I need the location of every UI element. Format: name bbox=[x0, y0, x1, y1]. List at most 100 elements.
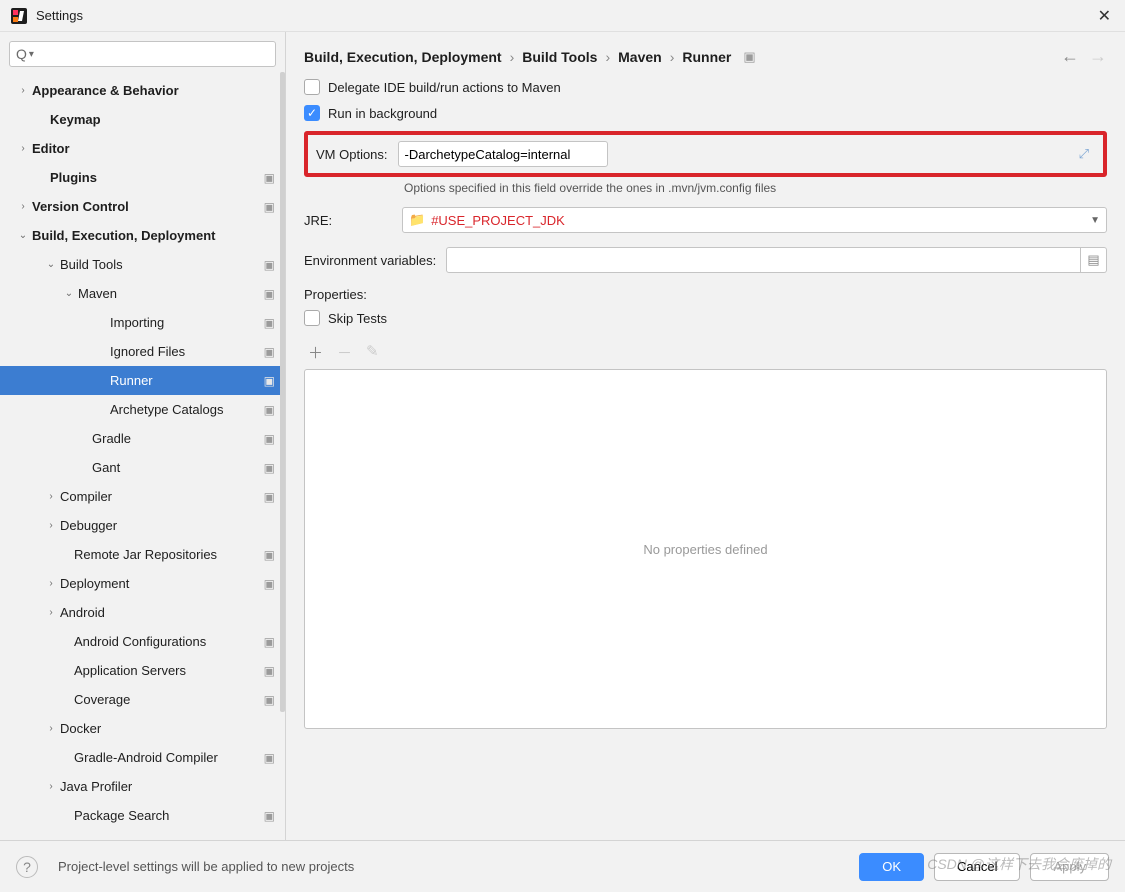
sidebar-item[interactable]: ›Android Configurations▣ bbox=[0, 627, 285, 656]
sidebar-item[interactable]: ⌄Build Tools▣ bbox=[0, 250, 285, 279]
help-icon[interactable]: ? bbox=[16, 856, 38, 878]
project-badge-icon: ▣ bbox=[264, 171, 275, 185]
sidebar-item-label: Maven bbox=[78, 286, 264, 301]
sidebar-item[interactable]: ›Plugins▣ bbox=[0, 163, 285, 192]
edit-icon: ✎ bbox=[366, 342, 379, 363]
ok-button[interactable]: OK bbox=[859, 853, 924, 881]
sidebar-item[interactable]: ⌄Maven▣ bbox=[0, 279, 285, 308]
delegate-label: Delegate IDE build/run actions to Maven bbox=[328, 80, 561, 95]
project-badge-icon: ▣ bbox=[264, 693, 275, 707]
sidebar-item[interactable]: ›Compiler▣ bbox=[0, 482, 285, 511]
sidebar-item-label: Gradle-Android Compiler bbox=[74, 750, 264, 765]
jre-select[interactable]: 📁 #USE_PROJECT_JDK ▼ bbox=[402, 207, 1107, 233]
content-panel: Build, Execution, Deployment›Build Tools… bbox=[286, 32, 1125, 840]
vm-options-label: VM Options: bbox=[316, 147, 388, 162]
sidebar-item[interactable]: ›Appearance & Behavior bbox=[0, 76, 285, 105]
checkbox-off-icon[interactable] bbox=[304, 310, 320, 326]
sidebar-item-label: Gradle bbox=[92, 431, 264, 446]
sidebar-item-label: Runner bbox=[110, 373, 264, 388]
project-badge-icon: ▣ bbox=[264, 316, 275, 330]
sidebar-item[interactable]: ›Gradle▣ bbox=[0, 424, 285, 453]
sidebar-item[interactable]: ›Deployment▣ bbox=[0, 569, 285, 598]
expand-icon[interactable]: ⤢ bbox=[1079, 146, 1089, 162]
delegate-checkbox-row[interactable]: Delegate IDE build/run actions to Maven bbox=[304, 79, 1107, 95]
nav-back-icon[interactable]: ← bbox=[1061, 46, 1079, 67]
sidebar-item[interactable]: ›Coverage▣ bbox=[0, 685, 285, 714]
sidebar-item[interactable]: ›Gant▣ bbox=[0, 453, 285, 482]
sidebar-item[interactable]: ›Importing▣ bbox=[0, 308, 285, 337]
sidebar-item-label: Debugger bbox=[60, 518, 285, 533]
sidebar-item[interactable]: ›Version Control▣ bbox=[0, 192, 285, 221]
project-badge-icon: ▣ bbox=[264, 809, 275, 823]
project-badge-icon: ▣ bbox=[264, 490, 275, 504]
sidebar-item[interactable]: ›Package Search▣ bbox=[0, 801, 285, 830]
env-input[interactable] bbox=[446, 247, 1081, 273]
sidebar-item[interactable]: ›Docker bbox=[0, 714, 285, 743]
sidebar-item-label: Application Servers bbox=[74, 663, 264, 678]
checkbox-on-icon[interactable]: ✓ bbox=[304, 105, 320, 121]
checkbox-off-icon[interactable] bbox=[304, 79, 320, 95]
sidebar-item-label: Remote Jar Repositories bbox=[74, 547, 264, 562]
project-badge-icon: ▣ bbox=[264, 577, 275, 591]
chevron-down-icon: ▼ bbox=[1090, 215, 1100, 226]
project-badge-icon: ▣ bbox=[264, 345, 275, 359]
sidebar-item-label: Android bbox=[60, 605, 285, 620]
sidebar-item[interactable]: ›Debugger bbox=[0, 511, 285, 540]
breadcrumb-part[interactable]: Build Tools bbox=[522, 49, 597, 65]
jre-value: #USE_PROJECT_JDK bbox=[431, 213, 1084, 228]
sidebar-item[interactable]: ⌄Build, Execution, Deployment bbox=[0, 221, 285, 250]
remove-icon: － bbox=[337, 342, 352, 363]
sidebar-item[interactable]: ›Java Profiler bbox=[0, 772, 285, 801]
jre-label: JRE: bbox=[304, 213, 392, 228]
close-icon[interactable]: ✕ bbox=[1094, 6, 1115, 26]
sidebar-item[interactable]: ›Editor bbox=[0, 134, 285, 163]
search-input[interactable]: Q ▾ bbox=[9, 41, 276, 67]
sidebar-item-label: Docker bbox=[60, 721, 285, 736]
vm-options-hint: Options specified in this field override… bbox=[404, 181, 1107, 195]
apply-button[interactable]: Apply bbox=[1030, 853, 1109, 881]
titlebar: Settings ✕ bbox=[0, 0, 1125, 32]
sidebar-item-label: Coverage bbox=[74, 692, 264, 707]
project-badge-icon: ▣ bbox=[264, 287, 275, 301]
settings-tree[interactable]: ›Appearance & Behavior›Keymap›Editor›Plu… bbox=[0, 76, 285, 840]
project-badge-icon: ▣ bbox=[264, 548, 275, 562]
project-badge-icon: ▣ bbox=[264, 664, 275, 678]
background-checkbox-row[interactable]: ✓ Run in background bbox=[304, 105, 1107, 121]
properties-list: No properties defined bbox=[304, 369, 1107, 729]
breadcrumb-part[interactable]: Build, Execution, Deployment bbox=[304, 49, 502, 65]
skip-tests-checkbox-row[interactable]: Skip Tests bbox=[304, 310, 1107, 326]
sidebar-item[interactable]: ›Gradle-Android Compiler▣ bbox=[0, 743, 285, 772]
cancel-button[interactable]: Cancel bbox=[934, 853, 1020, 881]
sidebar-item-label: Importing bbox=[110, 315, 264, 330]
project-badge-icon: ▣ bbox=[264, 751, 275, 765]
sidebar-item[interactable]: ›Runner▣ bbox=[0, 366, 285, 395]
list-icon[interactable]: ▤ bbox=[1081, 247, 1107, 273]
scrollbar[interactable] bbox=[280, 72, 285, 712]
nav-forward-icon[interactable]: → bbox=[1089, 46, 1107, 67]
sidebar-item[interactable]: ›Keymap bbox=[0, 105, 285, 134]
no-properties-label: No properties defined bbox=[643, 542, 767, 557]
app-icon bbox=[10, 7, 28, 25]
vm-options-input[interactable] bbox=[398, 141, 608, 167]
sidebar-item[interactable]: ›Android bbox=[0, 598, 285, 627]
dialog-footer: ? Project-level settings will be applied… bbox=[0, 840, 1125, 892]
footer-message: Project-level settings will be applied t… bbox=[58, 859, 849, 874]
project-badge-icon: ▣ bbox=[264, 374, 275, 388]
folder-icon: 📁 bbox=[409, 212, 425, 228]
sidebar-item-label: Gant bbox=[92, 460, 264, 475]
project-badge-icon: ▣ bbox=[743, 49, 755, 65]
sidebar-item[interactable]: ›Application Servers▣ bbox=[0, 656, 285, 685]
sidebar-item[interactable]: ›Ignored Files▣ bbox=[0, 337, 285, 366]
breadcrumb-part[interactable]: Runner bbox=[682, 49, 731, 65]
sidebar-item-label: Appearance & Behavior bbox=[32, 83, 285, 98]
sidebar-item[interactable]: ›Remote Jar Repositories▣ bbox=[0, 540, 285, 569]
settings-sidebar: Q ▾ ›Appearance & Behavior›Keymap›Editor… bbox=[0, 32, 286, 840]
sidebar-item-label: Build, Execution, Deployment bbox=[32, 228, 285, 243]
project-badge-icon: ▣ bbox=[264, 258, 275, 272]
sidebar-item[interactable]: ›Archetype Catalogs▣ bbox=[0, 395, 285, 424]
add-icon[interactable]: ＋ bbox=[308, 342, 323, 363]
sidebar-item-label: Version Control bbox=[32, 199, 264, 214]
sidebar-item-label: Archetype Catalogs bbox=[110, 402, 264, 417]
sidebar-item-label: Editor bbox=[32, 141, 285, 156]
breadcrumb-part[interactable]: Maven bbox=[618, 49, 662, 65]
